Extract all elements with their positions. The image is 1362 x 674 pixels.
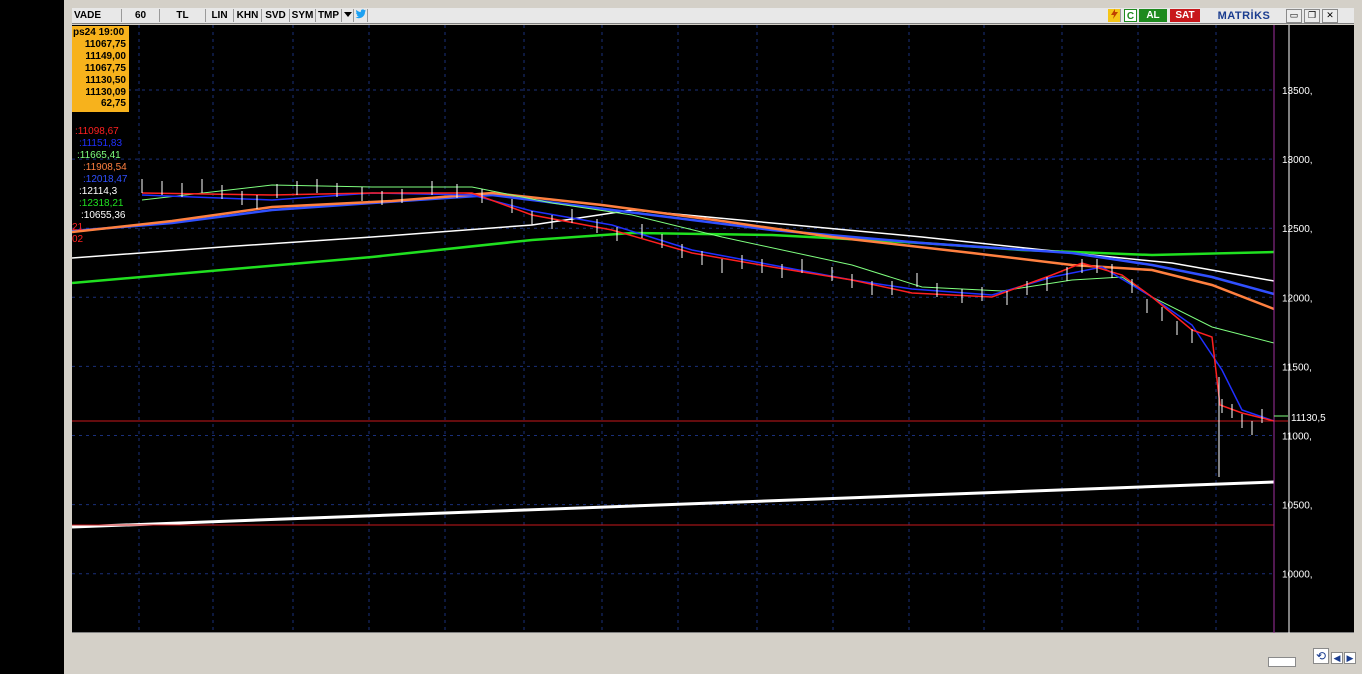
price-tick-label: 13000, xyxy=(1282,155,1313,166)
price-tick-label: 10500, xyxy=(1282,501,1313,512)
brand-logo: MATRİKS xyxy=(1217,9,1271,22)
info-close: 11130,50 xyxy=(85,74,126,86)
close-icon[interactable]: ✕ xyxy=(1322,8,1338,23)
last-price-label: 11130,5 xyxy=(1291,413,1326,424)
khn-button[interactable]: KHN xyxy=(234,9,262,22)
svd-button[interactable]: SVD xyxy=(262,9,290,22)
sell-button[interactable]: SAT xyxy=(1170,9,1200,22)
ma-green-long xyxy=(72,231,1275,285)
price-bars xyxy=(141,179,1263,477)
refresh-icon[interactable]: ⟲ xyxy=(1313,648,1329,664)
ma-green-short xyxy=(141,184,1275,344)
c-button[interactable]: C xyxy=(1124,9,1137,22)
twitter-bird-icon[interactable] xyxy=(354,9,368,22)
vade-button[interactable]: VADE xyxy=(72,9,122,22)
currency-button[interactable]: TL xyxy=(160,9,206,22)
chart-canvas[interactable]: 13500, 13000, 12500, 12000, 11500, 11000, 1050… xyxy=(72,25,1354,633)
left-gutter xyxy=(0,0,64,674)
indicator-label-5: :12018,47 xyxy=(83,174,128,185)
lightning-icon[interactable] xyxy=(1108,9,1121,22)
horizontal-grid xyxy=(72,89,1274,575)
ohlc-info-box: ps24 19:00 11067,75 11149,00 11067,75 11… xyxy=(72,26,129,113)
minimize-icon[interactable]: ▭ xyxy=(1286,8,1302,23)
price-tick-label: 11500, xyxy=(1282,362,1312,373)
trend-line-white xyxy=(72,480,1275,529)
info-range: 62,75 xyxy=(100,98,126,110)
indicator-label-4: :11908,54 xyxy=(83,162,127,173)
info-low: 11067,75 xyxy=(84,62,126,74)
indicator-label-2: :11151,83 xyxy=(79,138,123,149)
sym-button[interactable]: SYM xyxy=(290,9,316,22)
price-tick-label: 12500, xyxy=(1282,224,1313,235)
ma-red-short xyxy=(141,192,1275,422)
arrow-left-icon[interactable]: ◀ xyxy=(1331,652,1343,664)
ma-white xyxy=(72,209,1275,282)
restore-icon[interactable]: ❐ xyxy=(1304,8,1320,23)
axes xyxy=(72,25,1354,633)
triangle-down-icon[interactable] xyxy=(342,9,354,22)
indicator-label-1: :11098,67 xyxy=(75,126,119,137)
info-open: 11067,75 xyxy=(84,38,126,50)
indicator-lines xyxy=(72,184,1288,529)
price-tick-label: 11000, xyxy=(1282,432,1312,443)
chart-toolbar: VADE 60 TL LIN KHN SVD SYM TMP C AL SAT … xyxy=(72,8,1354,24)
info-date: ps24 19:00 xyxy=(73,27,125,38)
lin-button[interactable]: LIN xyxy=(206,9,234,22)
indicator-label-3: :11665,41 xyxy=(77,150,121,161)
info-average: 11130,09 xyxy=(85,86,126,98)
ma-orange xyxy=(72,191,1275,311)
indicator-label-6: :12114,3 xyxy=(79,186,118,197)
info-high: 11149,00 xyxy=(85,50,126,62)
clipped-label-2: 02 xyxy=(72,234,84,245)
buy-button[interactable]: AL xyxy=(1139,9,1167,22)
arrow-right-icon[interactable]: ▶ xyxy=(1344,652,1356,664)
period-button[interactable]: 60 xyxy=(122,9,160,22)
vertical-grid xyxy=(138,25,1217,633)
indicator-label-7: :12318,21 xyxy=(79,198,124,209)
tmp-button[interactable]: TMP xyxy=(316,9,342,22)
price-tick-label: 12000, xyxy=(1282,293,1313,304)
indicator-label-8: :10655,36 xyxy=(81,210,126,221)
bottom-scrollbar[interactable] xyxy=(72,656,1354,670)
price-tick-label: 10000, xyxy=(1282,570,1313,581)
price-tick-label: 13500, xyxy=(1282,86,1313,97)
price-chart[interactable]: 13500, 13000, 12500, 12000, 11500, 11000, 1050… xyxy=(72,25,1354,633)
scroll-thumb[interactable] xyxy=(1268,657,1296,667)
ma-blue-short xyxy=(141,192,1275,422)
clipped-label-1: 21 xyxy=(72,222,84,233)
